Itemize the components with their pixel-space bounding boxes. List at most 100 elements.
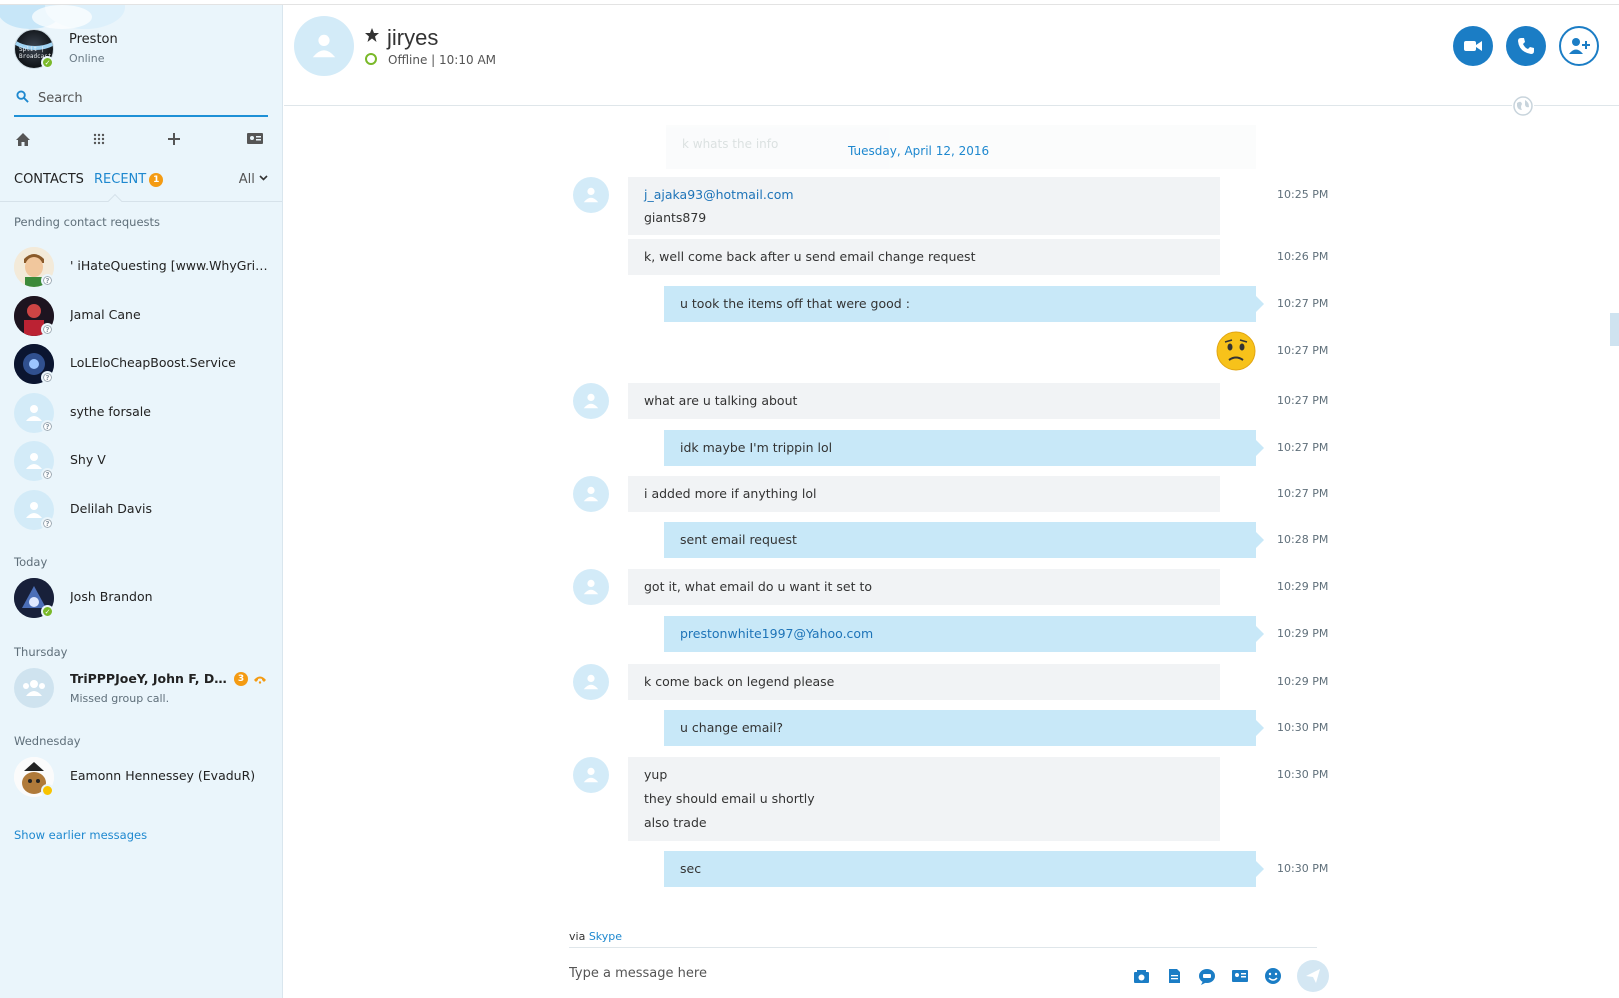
message-line: k, well come back after u send email cha… (644, 249, 976, 264)
message-time: 10:29 PM (1277, 675, 1329, 688)
recent-count-badge: 1 (149, 173, 164, 187)
via-skype-link[interactable]: Skype (589, 930, 622, 943)
message-line: u change email? (680, 720, 783, 735)
pending-status-icon: ? (41, 420, 54, 433)
sidebar: Split | Broadcast ✓ Preston Online Searc… (0, 5, 283, 998)
search-input[interactable] (38, 86, 263, 110)
chat-avatar[interactable] (294, 16, 354, 76)
message-time: 10:27 PM (1277, 441, 1329, 454)
tabs-indicator (107, 193, 123, 209)
emoticons-button[interactable] (1263, 966, 1283, 986)
message-time: 10:30 PM (1277, 862, 1329, 875)
contact-name: ' iHateQuesting [www.WhyGrin... (70, 258, 270, 273)
file-icon (1168, 969, 1180, 983)
chat-contact-name[interactable]: jiryes (387, 25, 438, 51)
outgoing-message: idk maybe I'm trippin lol (664, 430, 1264, 466)
contact-name: sythe forsale (70, 404, 151, 419)
default-avatar-icon (583, 579, 599, 595)
profile-status[interactable]: Online (69, 52, 104, 65)
email-link[interactable]: prestonwhite1997@Yahoo.com (680, 622, 1240, 646)
online-status-icon: ✓ (41, 56, 54, 69)
message-input[interactable] (569, 961, 1089, 985)
dialpad-button[interactable] (90, 130, 108, 148)
send-photo-button[interactable] (1131, 966, 1151, 986)
missed-call-icon (254, 676, 266, 684)
message-time: 10:25 PM (1277, 188, 1329, 201)
section-pending: Pending contact requests (14, 215, 161, 229)
section-wednesday: Wednesday (14, 734, 81, 748)
outgoing-message: u took the items off that were good : (664, 286, 1264, 322)
home-button[interactable] (14, 130, 32, 148)
favorite-star-icon[interactable] (364, 27, 380, 43)
send-contact-button[interactable] (1230, 966, 1250, 986)
message-line: got it, what email do u want it set to (644, 579, 873, 594)
video-camera-icon (1464, 41, 1482, 51)
send-button[interactable] (1297, 960, 1329, 992)
message-line: giants879 (644, 210, 707, 225)
contact-item[interactable]: ? Delilah Davis (0, 485, 282, 533)
message-time: 10:27 PM (1277, 344, 1329, 357)
header-divider (284, 105, 1619, 106)
profile-name: Preston (69, 32, 118, 47)
contact-item[interactable]: ? Shy V (0, 436, 282, 484)
chat-contact-status: Offline | 10:10 AM (388, 53, 496, 67)
profile[interactable]: Split | Broadcast ✓ Preston Online (14, 29, 274, 73)
sender-avatar (573, 476, 609, 512)
contact-name: Shy V (70, 452, 106, 467)
missed-call-text: Missed group call. (70, 692, 170, 705)
conversation-area: k whats the info Tuesday, April 12, 2016… (284, 107, 1619, 897)
add-button[interactable] (165, 130, 183, 148)
email-link[interactable]: j_ajaka93@hotmail.com (644, 183, 1204, 206)
outgoing-message: prestonwhite1997@Yahoo.com (664, 616, 1264, 652)
message-line: yup (644, 767, 668, 782)
outgoing-message: sent email request (664, 522, 1264, 558)
message-time: 10:29 PM (1277, 627, 1329, 640)
contact-item[interactable]: ? LoLEloCheapBoost.Service (0, 339, 282, 387)
audio-call-button[interactable] (1506, 26, 1546, 66)
away-status-icon (41, 784, 54, 797)
contact-card-button[interactable] (246, 130, 264, 148)
sender-avatar (573, 569, 609, 605)
group-icon (23, 680, 45, 696)
home-icon (16, 132, 30, 146)
send-file-button[interactable] (1164, 966, 1184, 986)
filter-label: All (238, 172, 255, 187)
chevron-down-icon (259, 175, 268, 181)
contact-card-icon (247, 133, 263, 144)
worried-face-icon (1216, 331, 1256, 371)
message-time: 10:27 PM (1277, 297, 1329, 310)
contact-item[interactable]: ? sythe forsale (0, 388, 282, 436)
contact-item[interactable]: Eamonn Hennessey (EvaduR) (0, 752, 282, 800)
search-box (14, 85, 268, 117)
search-icon (16, 90, 29, 103)
message-line: also trade (644, 815, 707, 830)
tabs-divider (0, 201, 282, 202)
message-time: 10:30 PM (1277, 721, 1329, 734)
unread-count-badge: 3 (234, 672, 248, 686)
show-earlier-messages-link[interactable]: Show earlier messages (14, 828, 147, 842)
contact-item[interactable]: ? Jamal Cane (0, 291, 282, 339)
contact-name: Jamal Cane (70, 307, 141, 322)
contact-item[interactable]: ? ' iHateQuesting [www.WhyGrin... (0, 242, 282, 290)
plus-icon (168, 133, 180, 145)
tab-recent[interactable]: RECENT 1 (94, 172, 164, 187)
default-avatar-icon (26, 502, 42, 518)
sender-avatar (573, 383, 609, 419)
filter-dropdown[interactable]: All (239, 172, 268, 187)
add-people-button[interactable] (1559, 26, 1599, 66)
outgoing-message: u change email? (664, 710, 1264, 746)
video-message-button[interactable] (1197, 966, 1217, 986)
message-line: k come back on legend please (644, 674, 835, 689)
message-time: 10:30 PM (1277, 768, 1329, 781)
offline-status-icon (365, 53, 377, 65)
default-avatar-icon (583, 486, 599, 502)
pending-status-icon: ? (41, 274, 54, 287)
pending-status-icon: ? (41, 323, 54, 336)
contact-item[interactable]: ✓ Josh Brandon (0, 573, 282, 621)
group-chat-item[interactable]: TriPPPJoeY, John F, De... Missed group c… (0, 663, 282, 711)
default-avatar-icon (583, 767, 599, 783)
video-call-button[interactable] (1453, 26, 1493, 66)
sender-avatar (573, 664, 609, 700)
tab-contacts[interactable]: CONTACTS (14, 172, 84, 187)
skype-window: Split | Broadcast ✓ Preston Online Searc… (0, 0, 1619, 998)
